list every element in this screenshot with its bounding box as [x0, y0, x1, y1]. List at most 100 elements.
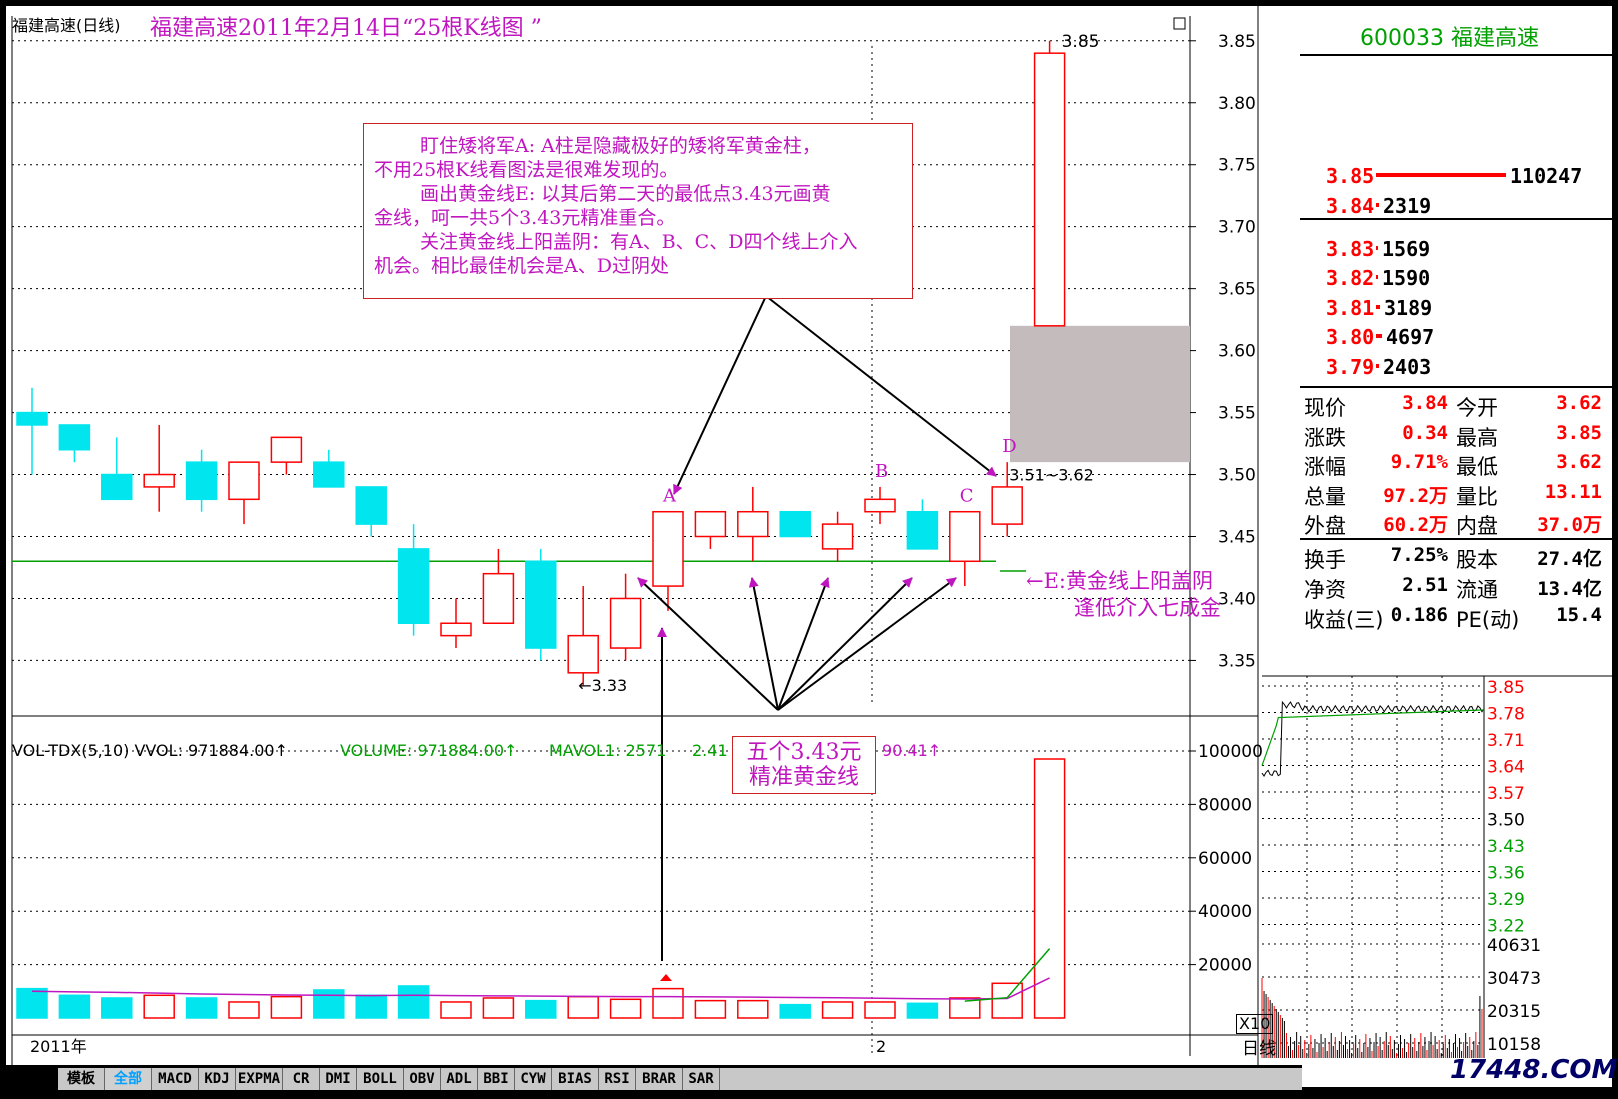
tab-全部[interactable]: 全部 [105, 1068, 152, 1090]
candle-body [228, 461, 260, 501]
volume-bar [991, 982, 1023, 1019]
stat-v1: 7.25% [1390, 544, 1448, 566]
intraday-price-tick: 3.71 [1487, 731, 1525, 751]
volume-bar [567, 995, 599, 1019]
golden-box-line: 五个3.43元 [746, 740, 862, 765]
high-price-label: 3.85 [1062, 32, 1100, 52]
panel-separator [1300, 386, 1612, 388]
quote-price: 3.81 [1326, 295, 1375, 320]
tab-cr[interactable]: CR [283, 1068, 320, 1090]
stat-v2: 3.62 [1556, 451, 1602, 473]
vol-indicator-label: VOL-TDX(5,10) VVOL: 971884.00↑ [12, 741, 288, 760]
vol-tick-label: 60000 [1198, 849, 1252, 869]
price-tick-label: 3.85 [1218, 32, 1256, 52]
volume-up-arrow [660, 974, 672, 981]
quote-volume-bar [1376, 334, 1382, 339]
annotation-line: 关注黄金线上阳盖阴：有A、B、C、D四个线上介入 [420, 231, 858, 253]
volume-bar [737, 999, 769, 1019]
point-label-D: D [1002, 436, 1016, 457]
volume-bar [16, 987, 48, 1019]
vol-tick-label: 100000 [1198, 742, 1263, 762]
tab-brar[interactable]: BRAR [636, 1068, 683, 1090]
intraday-avg-line [1261, 709, 1485, 766]
golden-box-line: 精准黄金线 [748, 765, 859, 790]
price-tick-label: 3.45 [1218, 528, 1256, 548]
tab-sar[interactable]: SAR [683, 1068, 720, 1090]
price-tick-label: 3.80 [1218, 94, 1256, 114]
volume-bar [821, 1001, 854, 1019]
annotation-box: 盯住矮将军A: A柱是隐藏极好的矮将军黄金柱， 不用25根K线看图法是很难发现的… [363, 123, 913, 299]
quote-volume-bar [1376, 173, 1506, 177]
stat-v2: 27.4亿 [1537, 548, 1602, 570]
stock-label: 福建高速(日线) [12, 16, 121, 35]
tab-expma[interactable]: EXPMA [236, 1068, 283, 1090]
quote-volume-bar [1376, 246, 1378, 250]
stat-v2: 15.4 [1556, 604, 1602, 626]
quote-volume: 1569 [1382, 237, 1431, 261]
stat-v2: 3.85 [1556, 421, 1602, 444]
vol-tick-label: 80000 [1198, 795, 1252, 815]
quote-volume-bar [1376, 275, 1378, 280]
annotation-line: 不用25根K线看图法是很难发现的。 [374, 159, 679, 181]
price-tick-label: 3.60 [1218, 342, 1256, 362]
volume-bar [355, 994, 387, 1019]
quote-price: 3.79 [1326, 354, 1375, 379]
stat-v1: 0.34 [1402, 421, 1448, 444]
tab-dmi[interactable]: DMI [320, 1068, 357, 1090]
candle-body [609, 597, 642, 649]
candle-body [906, 510, 939, 550]
vol-tick-label: 40000 [1198, 902, 1252, 922]
annotation-line: 盯住矮将军A: A柱是隐藏极好的矮将军黄金柱， [420, 135, 821, 157]
panel-separator [1300, 218, 1612, 220]
volume-bar [270, 995, 303, 1019]
stat-k1: 换手 [1304, 548, 1346, 572]
tab-adl[interactable]: ADL [441, 1068, 478, 1090]
x-axis-label-year: 2011年 [30, 1037, 87, 1056]
annotation-line: 机会。相比最佳机会是A、D过阴处 [374, 255, 669, 277]
quote-volume: 2319 [1383, 194, 1432, 218]
candle-body [270, 436, 303, 463]
x-axis-label-month: 2 [876, 1037, 886, 1056]
candle-body [864, 498, 896, 513]
tab-bbi[interactable]: BBI [478, 1068, 515, 1090]
price-tick-label: 3.40 [1218, 589, 1256, 609]
tab-bias[interactable]: BIAS [552, 1068, 599, 1090]
intraday-price-tick: 3.36 [1487, 864, 1525, 884]
tab-cyw[interactable]: CYW [515, 1068, 552, 1090]
intraday-price-tick: 3.78 [1487, 705, 1525, 725]
watermark: 17448.COM [1450, 1055, 1618, 1085]
candle-body [58, 424, 91, 451]
tab-rsi[interactable]: RSI [599, 1068, 636, 1090]
tab-模板[interactable]: 模板 [58, 1068, 105, 1090]
intraday-vol-tick: 40631 [1487, 936, 1541, 956]
candle-body [1033, 52, 1066, 327]
intraday-price-tick: 3.29 [1487, 890, 1525, 910]
price-tick-label: 3.35 [1218, 651, 1256, 671]
quote-volume: 2403 [1383, 354, 1432, 379]
candle-body [525, 560, 557, 649]
price-tick-label: 3.55 [1218, 404, 1256, 424]
chart-title: 福建高速2011年2月14日“25根K线图 ” [150, 16, 542, 41]
volume-label: VOLUME: 971884.00↑ [340, 741, 518, 760]
intraday-price-line [1261, 700, 1485, 778]
tab-macd[interactable]: MACD [152, 1068, 199, 1090]
volume-bar [906, 1002, 939, 1019]
stat-v2: 3.62 [1556, 392, 1602, 414]
stat-k2: 最低 [1456, 455, 1498, 479]
tab-obv[interactable]: OBV [404, 1068, 441, 1090]
candle-body [694, 510, 727, 538]
tab-boll[interactable]: BOLL [357, 1068, 404, 1090]
tab-kdj[interactable]: KDJ [199, 1068, 236, 1090]
price-tick-label: 3.75 [1218, 156, 1256, 176]
low-price-label: ←3.33 [578, 676, 627, 695]
chart-window: 3.85 3.80 3.75 3.70 3.65 3.60 3.55 3.50 3.45 3.40… [6, 6, 1617, 1093]
annotation-line: 金线，呵一共5个3.43元精准重合。 [374, 207, 676, 229]
stat-v1: 0.186 [1390, 604, 1448, 626]
volume-bar [228, 1001, 260, 1019]
intraday-price-tick: 3.50 [1487, 811, 1525, 831]
stat-v2: 13.11 [1544, 480, 1602, 503]
golden-fan-arrow [777, 577, 830, 711]
stat-v1: 3.84 [1402, 392, 1448, 414]
golden-fan-arrow [777, 577, 913, 711]
gap-range-label: 3.51~3.62 [1009, 466, 1094, 485]
